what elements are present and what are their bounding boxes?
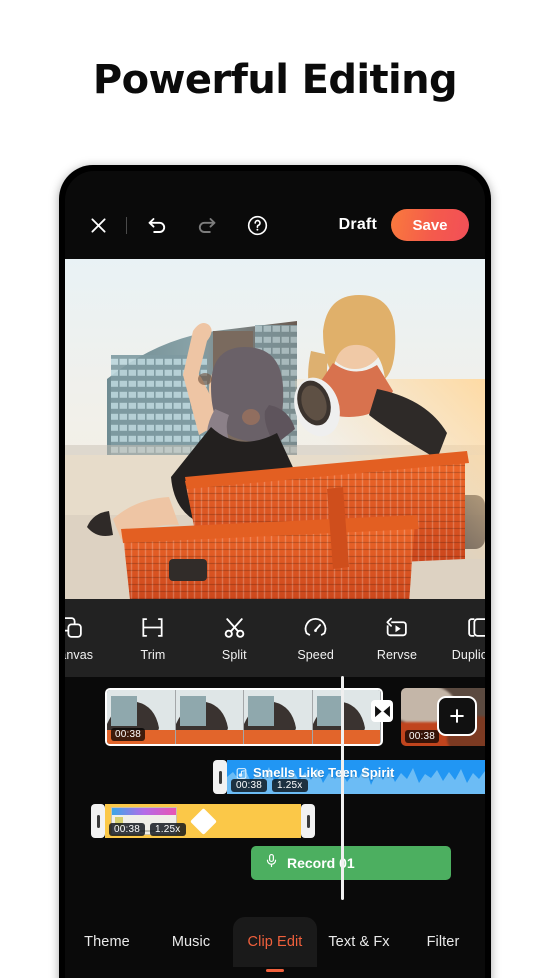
scissors-icon: [222, 615, 247, 641]
tool-reverse[interactable]: Rervse: [360, 615, 434, 662]
page-title: Powerful Editing: [92, 57, 458, 103]
tool-label: Duplicate: [451, 647, 485, 662]
tool-label: Rervse: [376, 647, 418, 662]
preview-image: [65, 259, 485, 609]
speedometer-icon: [303, 615, 328, 641]
playhead[interactable]: [341, 676, 344, 900]
phone-screen: Draft Save nvas Trim Split Speed Rervse …: [65, 171, 485, 978]
redo-icon[interactable]: [190, 208, 224, 242]
tab-label: Theme: [84, 934, 130, 950]
tool-canvas[interactable]: Canvas: [65, 615, 109, 662]
tab-clip-edit[interactable]: Clip Edit: [233, 917, 317, 972]
tab-music[interactable]: Music: [149, 917, 233, 967]
undo-icon[interactable]: [140, 208, 174, 242]
audio-speed-badge: 1.25x: [272, 779, 308, 792]
audio-duration-badge: 00:38: [231, 779, 268, 792]
clip-frame: [175, 690, 244, 744]
sticker-right-handle[interactable]: [301, 804, 315, 838]
audio-clip[interactable]: Smells Like Teen Spirit 00:38 1.25x: [227, 760, 485, 794]
active-tab-indicator: [266, 968, 284, 972]
duplicate-icon: [466, 615, 485, 641]
timeline: 00:38 00:38 Smells Like Teen Spirit 00:3…: [65, 676, 485, 913]
phone-mockup: Draft Save nvas Trim Split Speed Rervse …: [59, 165, 491, 978]
audio-clip-title: Smells Like Teen Spirit: [253, 765, 395, 780]
draft-button[interactable]: Draft: [339, 216, 377, 234]
audio-left-handle[interactable]: [213, 760, 227, 794]
tab-label: Clip Edit: [247, 934, 303, 950]
tab-theme[interactable]: Theme: [65, 917, 149, 967]
tab-text-and-fx[interactable]: Text & Fx: [317, 917, 401, 967]
tab-label: Filter: [426, 934, 460, 950]
sticker-left-handle[interactable]: [91, 804, 105, 838]
tool-split[interactable]: Split: [197, 615, 271, 662]
tool-label: Split: [221, 647, 247, 662]
clip-edit-toolbar: Canvas Trim: [65, 599, 485, 677]
help-circle-icon[interactable]: [240, 208, 274, 242]
toolbar-divider: [126, 216, 127, 234]
save-button[interactable]: Save: [391, 209, 469, 241]
bottom-tab-bar: Theme Music Clip Edit Text & Fx Filter: [65, 913, 485, 978]
clip-frame: [244, 690, 313, 744]
canvas-icon: [65, 615, 84, 641]
sticker-speed-badge: 1.25x: [150, 823, 186, 836]
tab-label: Music: [171, 934, 211, 950]
tool-label: Trim: [140, 647, 166, 662]
audio-track: Smells Like Teen Spirit 00:38 1.25x: [213, 760, 485, 794]
sticker-clip[interactable]: 00:38 1.25x: [105, 804, 301, 838]
tool-label: Speed: [297, 647, 334, 662]
close-icon[interactable]: [81, 208, 115, 242]
sticker-track: 00:38 1.25x: [91, 804, 315, 838]
promo-page: Powerful Editing Draft Save nvas Trim Sp…: [0, 0, 550, 978]
video-preview[interactable]: [65, 259, 485, 609]
editor-top-bar: Draft Save: [65, 199, 485, 251]
record-track-label: Record 01: [287, 855, 355, 871]
tool-label: Canvas: [65, 647, 94, 662]
tab-filter[interactable]: Filter: [401, 917, 485, 967]
trim-icon: [140, 615, 165, 641]
sticker-badges: 00:38 1.25x: [109, 823, 186, 836]
transition-icon[interactable]: [371, 700, 393, 722]
reverse-icon: [384, 615, 409, 641]
tool-speed[interactable]: Speed: [279, 615, 353, 662]
diamond-keyframe-icon[interactable]: [189, 807, 217, 835]
clip-duration-badge: 00:38: [405, 730, 440, 743]
tab-label: Text & Fx: [328, 934, 390, 950]
add-clip-button[interactable]: [437, 696, 477, 736]
clip-duration-badge: 00:38: [111, 728, 146, 741]
sticker-duration-badge: 00:38: [109, 823, 146, 836]
tool-trim[interactable]: Trim: [116, 615, 190, 662]
audio-badges: 00:38 1.25x: [231, 779, 308, 792]
microphone-icon: [264, 853, 279, 873]
record-track[interactable]: Record 01: [251, 846, 451, 880]
tool-duplicate[interactable]: Duplicate: [441, 615, 485, 662]
